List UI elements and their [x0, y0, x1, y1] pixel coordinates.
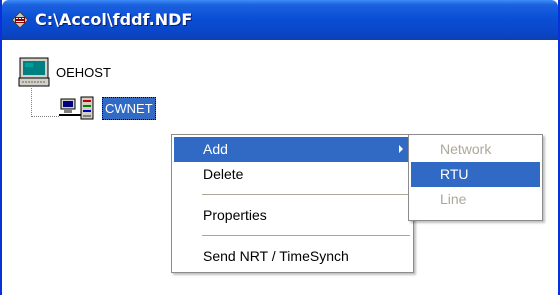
submenu-arrow-icon — [399, 145, 403, 153]
submenu-item-line: Line — [411, 187, 540, 212]
menu-item-label: Line — [440, 191, 467, 207]
add-submenu: Network RTU Line — [408, 134, 543, 221]
title-bar[interactable]: C:\Accol\fddf.NDF — [2, 0, 558, 40]
app-window: C:\Accol\fddf.NDF OEHOST CWNET Add Delet… — [0, 0, 560, 295]
menu-item-label: RTU — [440, 166, 469, 182]
context-menu: Add Delete Properties Send NRT / TimeSyn… — [171, 134, 414, 273]
tree-connector — [31, 88, 32, 117]
menu-item-label: Add — [203, 141, 228, 157]
menu-item-label: Send NRT / TimeSynch — [203, 248, 349, 264]
computer-icon[interactable] — [18, 56, 50, 88]
menu-item-delete[interactable]: Delete — [174, 162, 411, 187]
network-icon[interactable] — [59, 95, 99, 125]
menu-item-add[interactable]: Add — [174, 137, 411, 162]
menu-item-label: Properties — [203, 207, 267, 223]
menu-item-properties[interactable]: Properties — [174, 203, 411, 228]
submenu-item-network: Network — [411, 137, 540, 162]
menu-item-label: Delete — [203, 166, 244, 182]
menu-item-label: Network — [440, 141, 492, 157]
menu-item-send-nrt-timesynch[interactable]: Send NRT / TimeSynch — [174, 244, 411, 269]
tree-connector — [31, 116, 59, 117]
network-document-icon — [11, 11, 29, 29]
tree-item-cwnet[interactable]: CWNET — [102, 97, 156, 120]
window-title: C:\Accol\fddf.NDF — [35, 10, 193, 29]
submenu-item-rtu[interactable]: RTU — [411, 162, 540, 187]
menu-separator — [202, 194, 410, 195]
tree-item-oehost[interactable]: OEHOST — [56, 65, 111, 80]
menu-separator — [202, 235, 410, 236]
